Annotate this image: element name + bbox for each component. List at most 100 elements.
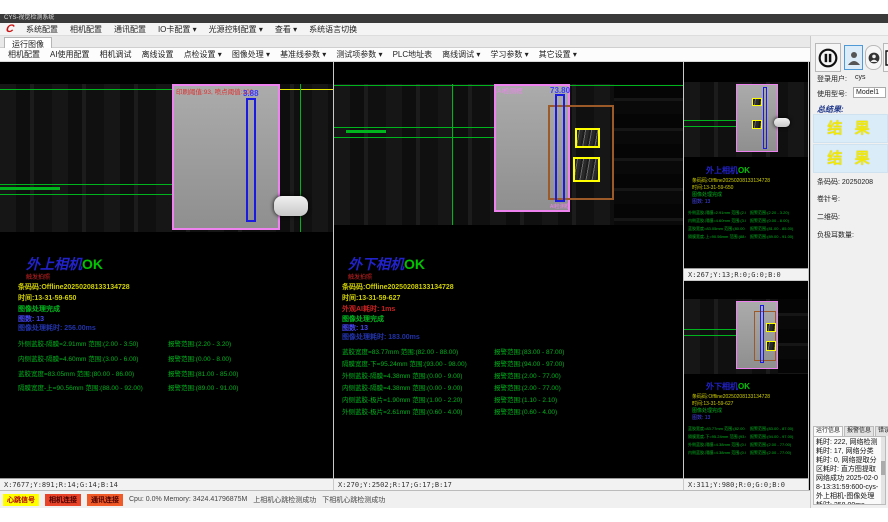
ai-time-text: 外观AI耗时: 1ms	[342, 304, 395, 314]
defect-box	[752, 120, 762, 129]
barcode-text: 条码码:Offline20250208133134728	[342, 282, 454, 292]
defect-box	[766, 323, 776, 332]
menu-item-language[interactable]: 系统语言切换	[309, 24, 357, 35]
log-tab-run[interactable]: 运行信息	[813, 426, 843, 436]
menu-item-light-config[interactable]: 光源控制配置 ▾	[209, 24, 263, 35]
thumb-row: 报警范围:(94.00 - 97.00)	[750, 434, 806, 440]
thumb-panel-lower: 外下相机OK 条码码:Offline20250208133134728 时间:1…	[684, 281, 809, 490]
thumb-done: 图像处理完成	[692, 191, 804, 198]
machine-zone	[614, 84, 683, 225]
measure-row: 隔膜宽度-上=90.56mm 范围:(88.00 - 92.00)	[18, 382, 143, 392]
model-label: 使用型号:	[817, 89, 847, 99]
status-bar: 心跳信号 相机连接 通讯连接 Cpu: 0.0% Memory: 3424.41…	[0, 490, 810, 508]
camera-view-lower[interactable]: AI检测框 73.80 AI检测框	[334, 84, 683, 225]
user-mode-button[interactable]	[844, 45, 863, 70]
camera-connect-badge: 相机连接	[45, 494, 81, 506]
measure-row-alarm: 报警范围:(94.00 - 97.00)	[494, 358, 564, 368]
tool-ai-usage[interactable]: AI使用配置	[50, 49, 90, 60]
tool-image-process[interactable]: 图像处理 ▾	[232, 49, 270, 60]
log-scrollbar-thumb[interactable]	[881, 461, 885, 475]
thumb-row: 外侧蓝胶-隔膜=2.91mm 范围:(2.00 - 3.50)	[688, 210, 746, 216]
user-icon	[848, 51, 860, 65]
tab-count-label: 负极耳数量:	[817, 230, 854, 240]
thumb-row: 报警范围:(0.00 - 8.00)	[750, 218, 806, 224]
thumb-row: 报警范围:(2.00 - 77.00)	[750, 442, 806, 448]
defect-box	[766, 341, 776, 351]
time-text: 时间:13-31-59-627	[342, 293, 400, 303]
window-title: CYS-视觉检测系统	[4, 15, 54, 21]
thumb-row: 蓝胶宽度=83.05mm 范围:(80.00 - 86.00)	[688, 226, 746, 232]
tool-test-params[interactable]: 测试项参数 ▾	[336, 49, 382, 60]
separator-region	[172, 84, 280, 230]
thumb-frame: 图数: 13	[692, 414, 804, 421]
thumb-view-upper[interactable]	[684, 82, 808, 157]
operator-icon	[868, 52, 880, 64]
camera-view-upper[interactable]: 印刷阈值:93, 喷点阈值:100 3.88	[0, 84, 333, 232]
thumb-barcode: 条码码:Offline20250208133134728	[692, 393, 804, 400]
measure-row-alarm: 报警范围:(2.00 - 77.00)	[494, 382, 561, 392]
menu-item-camera-config[interactable]: 相机配置	[70, 24, 102, 35]
thumb-view-lower[interactable]	[684, 299, 808, 374]
thumb-row: 外侧蓝胶-隔膜=4.38mm 范围:(0.00 - 9.00)	[688, 442, 746, 448]
tool-offline-debug[interactable]: 离线调试 ▾	[442, 49, 480, 60]
measure-row: 内侧蓝胶-隔膜=4.38mm 范围:(0.00 - 9.00)	[342, 382, 462, 392]
defect-box	[752, 98, 762, 106]
thumb-frame: 图数: 13	[692, 198, 804, 205]
thumb-row: 蓝胶宽度=83.77mm 范围:(82.00 - 88.00)	[688, 426, 746, 432]
menu-item-system-config[interactable]: 系统配置	[26, 24, 58, 35]
thumb-done: 图像处理完成	[692, 407, 804, 414]
operator-button[interactable]	[865, 45, 882, 70]
tool-spotcheck[interactable]: 点检设置 ▾	[184, 49, 222, 60]
camera-name: 外下相机	[348, 256, 404, 272]
tool-learn-params[interactable]: 学习参数 ▾	[490, 49, 528, 60]
measure-row: 蓝胶宽度=83.77mm 范围:(82.00 - 88.00)	[342, 346, 458, 356]
measure-row: 蓝胶宽度=83.05mm 范围:(80.00 - 86.00)	[18, 368, 134, 378]
measure-row-alarm: 报警范围:(89.00 - 91.00)	[168, 382, 238, 392]
measure-row-alarm: 报警范围:(0.00 - 8.00)	[168, 353, 231, 363]
model-value-field[interactable]: Model1	[853, 87, 886, 98]
menu-item-view[interactable]: 查看 ▾	[275, 24, 297, 35]
thumb-time: 时间:13-31-59-627	[692, 400, 804, 407]
measure-row-alarm: 报警范围:(81.00 - 85.00)	[168, 368, 238, 378]
log-tab-error[interactable]: 错误信息	[875, 426, 888, 436]
tool-other-settings[interactable]: 其它设置 ▾	[539, 49, 577, 60]
camera-result-title: 外下相机OK	[348, 254, 425, 274]
tool-baseline-params[interactable]: 基准线参数 ▾	[280, 49, 326, 60]
menu-item-comm-config[interactable]: 通讯配置	[114, 24, 146, 35]
threshold-overlay-text: 印刷阈值:93, 喷点阈值:100	[176, 86, 253, 96]
measure-row: 内侧蓝胶-隔膜=4.60mm 范围:(3.00 - 6.00)	[18, 353, 138, 363]
tool-plc-address[interactable]: PLC地址表	[393, 49, 433, 60]
thumb-row: 报警范围:(2.20 - 3.20)	[750, 210, 806, 216]
measure-row: 外侧蓝胶-极片=2.61mm 范围:(0.60 - 4.00)	[342, 406, 462, 416]
pixel-coordinate-bar: X:7677;Y:891;R:14;G:14;B:14	[0, 478, 333, 490]
log-scrollbar[interactable]	[881, 437, 885, 504]
pause-button[interactable]	[815, 43, 841, 72]
thumb-row: 报警范围:(83.00 - 87.00)	[750, 426, 806, 432]
tape-blob	[274, 196, 308, 216]
result-ok: OK	[82, 256, 103, 272]
process-time-text: 图像处理耗时: 183.00ms	[342, 332, 420, 342]
log-tab-alarm[interactable]: 报警信息	[844, 426, 874, 436]
main-area: 印刷阈值:93, 喷点阈值:100 3.88 外上相机OK 触发拍照 条码码:O…	[0, 62, 810, 490]
ai-detect-region	[754, 311, 776, 361]
barcode-text: 条码码:Offline20250208133134728	[18, 282, 130, 292]
thumb-row: 隔膜宽度-上=90.56mm 范围:(88.00 - 92.00)	[688, 234, 746, 240]
measure-row-alarm: 报警范围:(1.10 - 2.10)	[494, 394, 557, 404]
menu-item-io-config[interactable]: IO卡配置 ▾	[158, 24, 197, 35]
process-time-text: 图像处理耗时: 256.00ms	[18, 323, 96, 333]
menu-bar: C 系统配置 相机配置 通讯配置 IO卡配置 ▾ 光源控制配置 ▾ 查看 ▾ 系…	[0, 23, 888, 36]
thumb-row: 报警范围:(89.00 - 91.00)	[750, 234, 806, 240]
thumb-camera-title: 外上相机OK	[706, 165, 750, 176]
measure-row: 隔膜宽度-下=95.24mm 范围:(93.00 - 98.00)	[342, 358, 467, 368]
tool-offline-setting[interactable]: 离线设置	[142, 49, 174, 60]
ai-box-small-label: AI检测框	[550, 203, 570, 210]
measure-row-alarm: 报警范围:(0.60 - 4.00)	[494, 406, 557, 416]
exit-button[interactable]	[883, 43, 888, 72]
comm-connect-badge: 通讯连接	[87, 494, 123, 506]
tool-camera-config[interactable]: 相机配置	[8, 49, 40, 60]
tool-camera-debug[interactable]: 相机调试	[100, 49, 132, 60]
login-user-value: cys	[855, 74, 866, 81]
toolbar: 相机配置 AI使用配置 相机调试 离线设置 点检设置 ▾ 图像处理 ▾ 基准线参…	[0, 48, 810, 62]
thumb-row: 报警范围:(81.00 - 85.00)	[750, 226, 806, 232]
separator-region	[736, 84, 778, 152]
